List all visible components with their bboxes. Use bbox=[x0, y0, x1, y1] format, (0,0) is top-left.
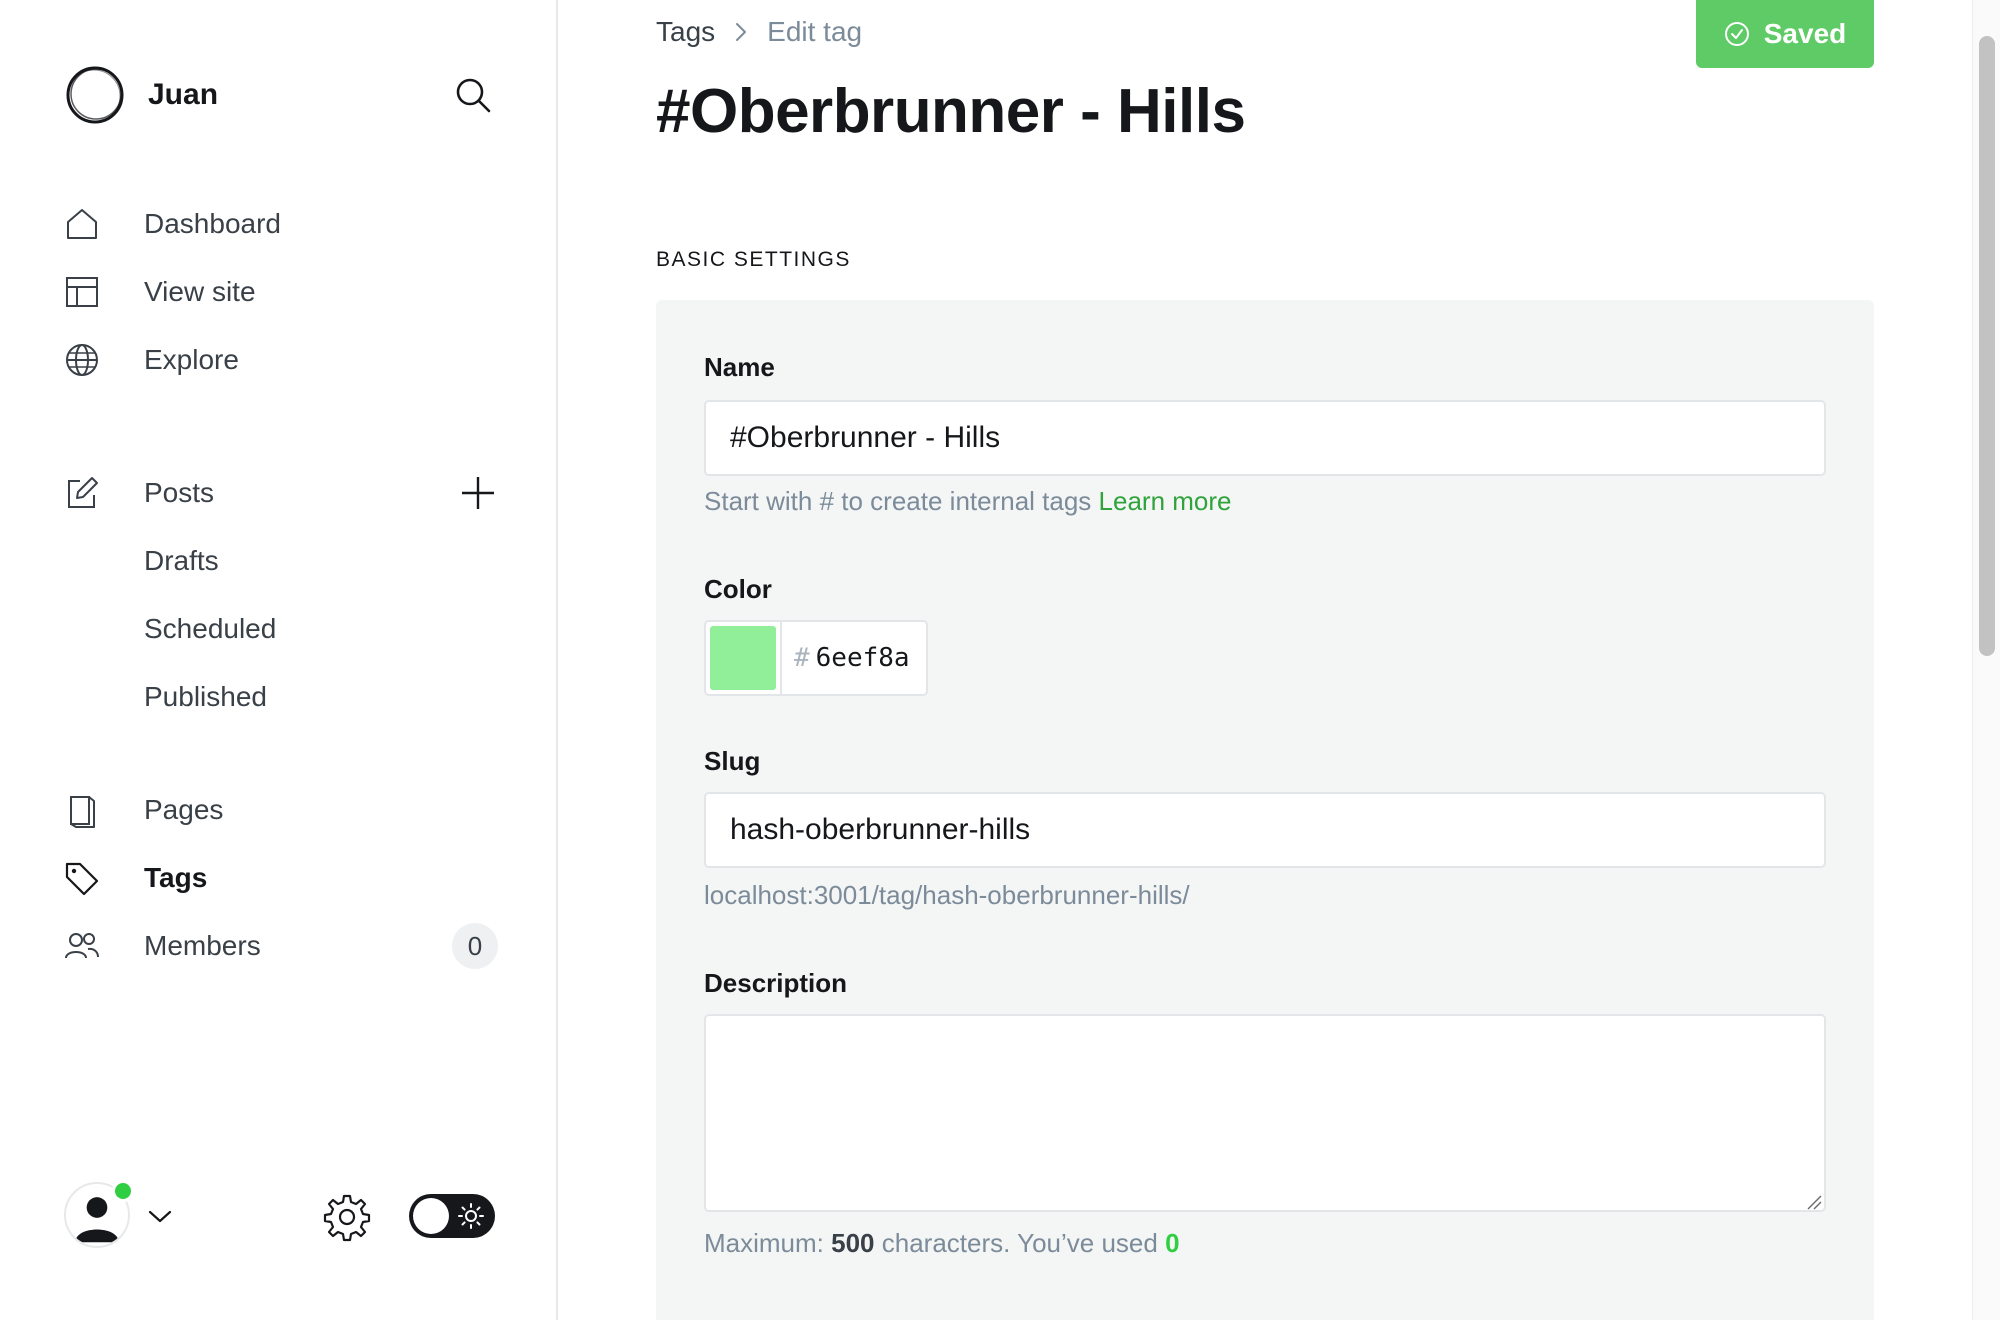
save-button-label: Saved bbox=[1763, 18, 1847, 49]
pencil-square-icon bbox=[64, 473, 124, 513]
description-label: Description bbox=[704, 968, 848, 998]
user-menu-trigger[interactable] bbox=[64, 1180, 134, 1250]
sun-icon bbox=[458, 1203, 484, 1229]
search-button[interactable] bbox=[450, 70, 496, 120]
color-hash-prefix: # bbox=[794, 643, 810, 673]
nav-label-pages: Pages bbox=[144, 794, 224, 825]
site-logo-icon bbox=[66, 66, 124, 124]
check-circle-icon bbox=[1724, 22, 1749, 46]
chevron-down-icon[interactable] bbox=[146, 1202, 174, 1230]
members-count-badge: 0 bbox=[452, 923, 498, 969]
nav-item-published[interactable]: Published bbox=[144, 672, 267, 722]
globe-icon bbox=[64, 340, 124, 380]
nav-item-view-site[interactable]: View site bbox=[64, 264, 504, 320]
color-label: Color bbox=[704, 574, 772, 604]
nav-item-tags[interactable]: Tags bbox=[64, 850, 504, 906]
breadcrumb: Tags Edit tag bbox=[656, 16, 862, 48]
slug-url-preview: localhost:3001/tag/hash-oberbrunner-hill… bbox=[704, 880, 1190, 910]
learn-more-link[interactable]: Learn more bbox=[1099, 486, 1232, 516]
app-root: Juan Dashboard View site Explore Posts D… bbox=[0, 0, 2000, 1320]
description-counter: Maximum: 500 characters. You’ve used 0 bbox=[704, 1228, 1180, 1259]
online-status-dot bbox=[112, 1180, 134, 1202]
counter-middle: characters. You’ve used bbox=[881, 1228, 1158, 1258]
counter-max: 500 bbox=[831, 1228, 875, 1258]
breadcrumb-current: Edit tag bbox=[767, 16, 863, 47]
counter-prefix: Maximum: bbox=[704, 1228, 824, 1258]
nav-item-drafts[interactable]: Drafts bbox=[144, 536, 219, 586]
site-brand[interactable]: Juan bbox=[64, 64, 218, 126]
tag-icon bbox=[64, 858, 124, 898]
slug-label: Slug bbox=[704, 746, 761, 776]
nav-label-posts: Posts bbox=[144, 477, 215, 508]
color-hex-input[interactable] bbox=[815, 643, 924, 673]
nav-label-tags: Tags bbox=[144, 862, 208, 893]
home-icon bbox=[64, 204, 124, 244]
slug-input[interactable] bbox=[704, 792, 1826, 868]
site-name: Juan bbox=[148, 78, 219, 111]
nav-label-view-site: View site bbox=[144, 276, 256, 307]
chevron-right-icon bbox=[736, 23, 747, 41]
users-icon bbox=[64, 926, 124, 966]
breadcrumb-tags-link[interactable]: Tags bbox=[656, 16, 715, 48]
color-swatch[interactable] bbox=[710, 626, 776, 690]
name-hint: Start with # to create internal tags Lea… bbox=[704, 486, 1232, 517]
scrollbar-thumb[interactable] bbox=[1979, 36, 1995, 656]
sidebar: Juan Dashboard View site Explore Posts D… bbox=[0, 0, 558, 1320]
nav-label-members: Members bbox=[144, 930, 261, 961]
plus-icon bbox=[462, 477, 494, 509]
scrollbar-track[interactable] bbox=[1972, 0, 2000, 1320]
basic-settings-card: Name Start with # to create internal tag… bbox=[656, 300, 1874, 1320]
description-textarea[interactable] bbox=[704, 1014, 1826, 1212]
name-label: Name bbox=[704, 352, 775, 382]
nav-label-dashboard: Dashboard bbox=[144, 208, 281, 239]
color-divider bbox=[780, 621, 782, 695]
gear-icon[interactable] bbox=[322, 1192, 372, 1242]
nav-item-pages[interactable]: Pages bbox=[64, 782, 504, 838]
search-icon bbox=[456, 78, 491, 113]
add-post-button[interactable] bbox=[455, 470, 501, 516]
nav-item-posts[interactable]: Posts bbox=[64, 465, 424, 521]
nav-item-members[interactable]: Members bbox=[64, 918, 424, 974]
counter-used: 0 bbox=[1165, 1228, 1180, 1258]
nav-item-dashboard[interactable]: Dashboard bbox=[64, 196, 504, 252]
color-field: # bbox=[704, 620, 928, 696]
section-title-basic-settings: BASIC SETTINGS bbox=[656, 248, 851, 271]
name-input[interactable] bbox=[704, 400, 1826, 476]
nav-item-scheduled[interactable]: Scheduled bbox=[144, 604, 276, 654]
nav-item-explore[interactable]: Explore bbox=[64, 332, 504, 388]
sidebar-footer bbox=[64, 1180, 504, 1252]
main-content: Tags Edit tag #Oberbrunner - Hills Saved… bbox=[560, 0, 1972, 1320]
save-button[interactable]: Saved bbox=[1696, 0, 1874, 68]
theme-toggle-knob bbox=[413, 1198, 449, 1234]
theme-toggle[interactable] bbox=[409, 1194, 495, 1238]
page-title: #Oberbrunner - Hills bbox=[656, 77, 1246, 146]
layout-icon bbox=[64, 272, 124, 312]
name-hint-text: Start with # to create internal tags bbox=[704, 486, 1092, 516]
page-icon bbox=[64, 790, 124, 830]
nav-label-explore: Explore bbox=[144, 344, 239, 375]
resize-handle-icon[interactable] bbox=[1806, 1194, 1822, 1210]
